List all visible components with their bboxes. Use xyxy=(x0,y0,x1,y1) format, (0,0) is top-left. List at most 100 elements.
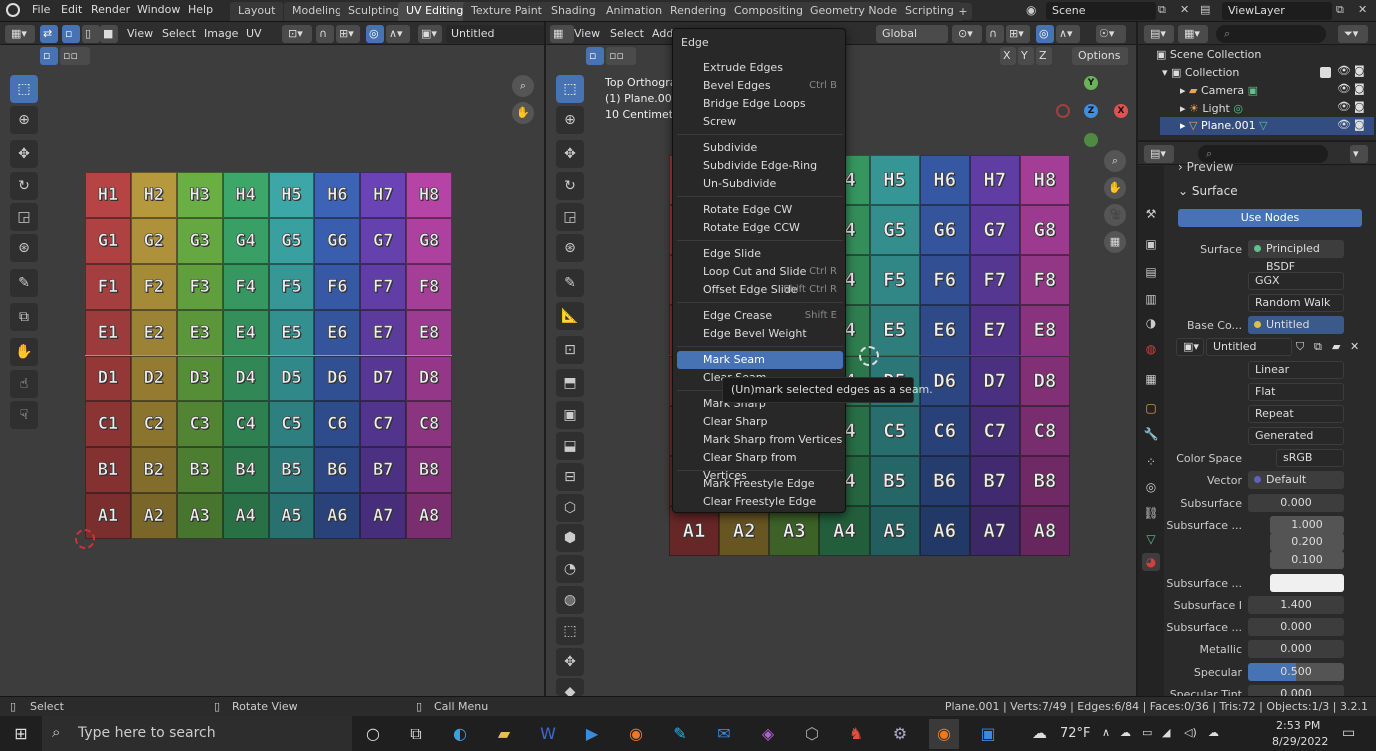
tool-tab-icon[interactable]: ⚒ xyxy=(1142,205,1160,223)
uv-relax-tool[interactable]: ☝ xyxy=(10,370,38,398)
outliner-scene-collection[interactable]: ▣ Scene Collection xyxy=(1156,48,1261,61)
volume-icon[interactable]: ◁) xyxy=(1184,726,1197,739)
collection-camera-icon[interactable]: ◙ xyxy=(1354,64,1365,77)
viewport-zoom-icon[interactable]: ⌕ xyxy=(1104,150,1126,172)
viewport-overlay-button[interactable]: ☉▾ xyxy=(1096,25,1126,43)
color-space-dropdown[interactable]: sRGB xyxy=(1276,449,1344,467)
specular-field[interactable]: 0.500 xyxy=(1248,663,1344,681)
notification-icon[interactable]: ▭ xyxy=(1342,725,1355,741)
data-tab-icon[interactable]: ▽ xyxy=(1142,530,1160,548)
options-dropdown[interactable]: Options xyxy=(1072,47,1128,65)
uv-select-mode-button[interactable]: ▫ xyxy=(40,47,58,65)
uv-scale-tool[interactable]: ◲ xyxy=(10,203,38,231)
uv-select-mode-2-button[interactable]: ▫▫ xyxy=(60,47,90,65)
scene-icon[interactable]: ◉ xyxy=(1026,3,1042,19)
zoom-app-icon[interactable]: ▶ xyxy=(577,719,607,749)
subsurface-field[interactable]: 0.000 xyxy=(1248,494,1344,512)
interpolation-dropdown[interactable]: Linear xyxy=(1248,361,1344,379)
uv-sync-button[interactable]: ⇄ xyxy=(40,25,58,43)
edge-slide-tool[interactable]: ⬚ xyxy=(556,617,584,645)
viewport-menu-view[interactable]: View xyxy=(574,27,600,40)
select-box-tool[interactable]: ⬚ xyxy=(556,75,584,103)
taskbar-search-input[interactable]: Type here to search xyxy=(42,716,352,751)
photos-icon[interactable]: ▣ xyxy=(973,719,1003,749)
proportional-edit-button[interactable]: ◎ xyxy=(366,25,384,43)
open-image-icon[interactable]: ▰ xyxy=(1332,340,1340,353)
image-name-field[interactable]: Untitled xyxy=(446,25,544,43)
menu-item-clear-freestyle-edge[interactable]: Clear Freestyle Edge xyxy=(677,493,843,511)
workspace-tab-geometry-nodes[interactable]: Geometry Nodes xyxy=(802,2,911,21)
menu-item-edge-bevel-weight[interactable]: Edge Bevel Weight xyxy=(677,325,843,343)
tray-app-icon[interactable]: ▭ xyxy=(1142,726,1152,739)
viewport-3d-cursor-icon[interactable] xyxy=(859,346,879,366)
scene-tab-icon[interactable]: ◑ xyxy=(1142,314,1160,332)
menu-window[interactable]: Window xyxy=(137,3,180,16)
source-dropdown[interactable]: Generated xyxy=(1248,427,1344,445)
projection-dropdown[interactable]: Flat xyxy=(1248,383,1344,401)
collection-tab-icon[interactable]: ▦ xyxy=(1142,370,1160,388)
uv-grab-tool[interactable]: ✋ xyxy=(10,338,38,366)
extrude-tool[interactable]: ⬒ xyxy=(556,369,584,397)
light-eye-icon[interactable]: 👁 xyxy=(1337,100,1351,113)
use-nodes-button[interactable]: Use Nodes xyxy=(1178,209,1362,227)
subsurface-radius-z[interactable]: 0.100 xyxy=(1270,551,1344,569)
edge-select-button[interactable]: ▫▫ xyxy=(606,47,636,65)
viewlayer-field[interactable]: ViewLayer xyxy=(1222,2,1332,20)
uv-menu-select[interactable]: Select xyxy=(162,27,196,40)
unlink-image-icon[interactable]: ✕ xyxy=(1350,340,1359,353)
image-browse-dropdown[interactable]: ▣▾ xyxy=(1176,338,1204,356)
blender-logo-icon[interactable] xyxy=(6,3,20,17)
bevel-tool[interactable]: ⬓ xyxy=(556,432,584,460)
poly-build-tool[interactable]: ⬢ xyxy=(556,524,584,552)
subsurface-anisotropy-field[interactable]: 0.000 xyxy=(1248,618,1344,636)
tray-chevron-icon[interactable]: ∧ xyxy=(1102,726,1110,739)
sticky-notes-icon[interactable]: ✎ xyxy=(665,719,695,749)
menu-item-rotate-edge-cw[interactable]: Rotate Edge CW xyxy=(677,201,843,219)
menu-edit[interactable]: Edit xyxy=(61,3,82,16)
editor-type-button[interactable]: ▦▾ xyxy=(5,25,35,43)
viewport-proportional-button[interactable]: ◎ xyxy=(1036,25,1054,43)
workspace-tab-scripting[interactable]: Scripting xyxy=(897,2,962,21)
outliner-editor-type[interactable]: ▤▾ xyxy=(1144,25,1174,43)
menu-item-screw[interactable]: Screw xyxy=(677,113,843,131)
menu-item-mark-seam[interactable]: Mark Seam xyxy=(677,351,843,369)
subsurface-method-dropdown[interactable]: Random Walk xyxy=(1248,294,1344,312)
gizmo-z-icon[interactable]: Z xyxy=(1084,104,1098,118)
app-icon-cube[interactable]: ⬡ xyxy=(797,719,827,749)
face-mode-button[interactable]: ■ xyxy=(100,25,118,43)
uv-menu-view[interactable]: View xyxy=(127,27,153,40)
transform-tool[interactable]: ⊛ xyxy=(556,234,584,262)
file-explorer-icon[interactable]: ▰ xyxy=(489,719,519,749)
viewport-snap-icon[interactable]: ∩ xyxy=(986,25,1004,43)
fake-user-icon[interactable]: ⛉ xyxy=(1296,340,1304,354)
vector-field[interactable]: Default xyxy=(1248,471,1344,489)
menu-item-bridge-edge-loops[interactable]: Bridge Edge Loops xyxy=(677,95,843,113)
subsurface-color-swatch[interactable] xyxy=(1270,574,1344,592)
copy-scene-icon[interactable]: ⧉ xyxy=(1158,3,1166,17)
uv-rip-tool[interactable]: ⧉ xyxy=(10,303,38,331)
object-tab-icon[interactable]: ▢ xyxy=(1142,399,1160,417)
uv-annotate-tool[interactable]: ✎ xyxy=(10,269,38,297)
network-icon[interactable]: ◢ xyxy=(1162,726,1170,739)
cursor-tool[interactable]: ⊕ xyxy=(556,106,584,134)
collection-eye-icon[interactable]: 👁 xyxy=(1337,64,1351,77)
uv-2d-cursor-icon[interactable] xyxy=(75,529,95,549)
blender-taskbar-icon[interactable]: ◉ xyxy=(929,719,959,749)
menu-item-mark-sharp-from-vertices[interactable]: Mark Sharp from Vertices xyxy=(677,431,843,449)
copy-viewlayer-icon[interactable]: ⧉ xyxy=(1336,3,1344,17)
vertex-select-button[interactable]: ▫ xyxy=(586,47,604,65)
snap-icon[interactable]: ∩ xyxy=(316,25,334,43)
menu-item-un-subdivide[interactable]: Un-Subdivide xyxy=(677,175,843,193)
workspace-tab-texture-paint[interactable]: Texture Paint xyxy=(463,2,550,21)
uv-select-box-tool[interactable]: ⬚ xyxy=(10,75,38,103)
subsurface-radius-y[interactable]: 0.200 xyxy=(1270,533,1344,551)
workspace-tab-compositing[interactable]: Compositing xyxy=(726,2,811,21)
outliner-search-input[interactable]: ⌕ xyxy=(1216,25,1326,43)
uv-zoom-icon[interactable]: ⌕ xyxy=(512,75,534,97)
spin-tool[interactable]: ◔ xyxy=(556,555,584,583)
smooth-tool[interactable]: ◍ xyxy=(556,586,584,614)
world-tab-icon[interactable]: ◍ xyxy=(1142,340,1160,358)
viewport-falloff-button[interactable]: ∧▾ xyxy=(1056,25,1080,43)
knife-tool[interactable]: ⬡ xyxy=(556,494,584,522)
modifier-tab-icon[interactable]: 🔧 xyxy=(1142,425,1160,443)
